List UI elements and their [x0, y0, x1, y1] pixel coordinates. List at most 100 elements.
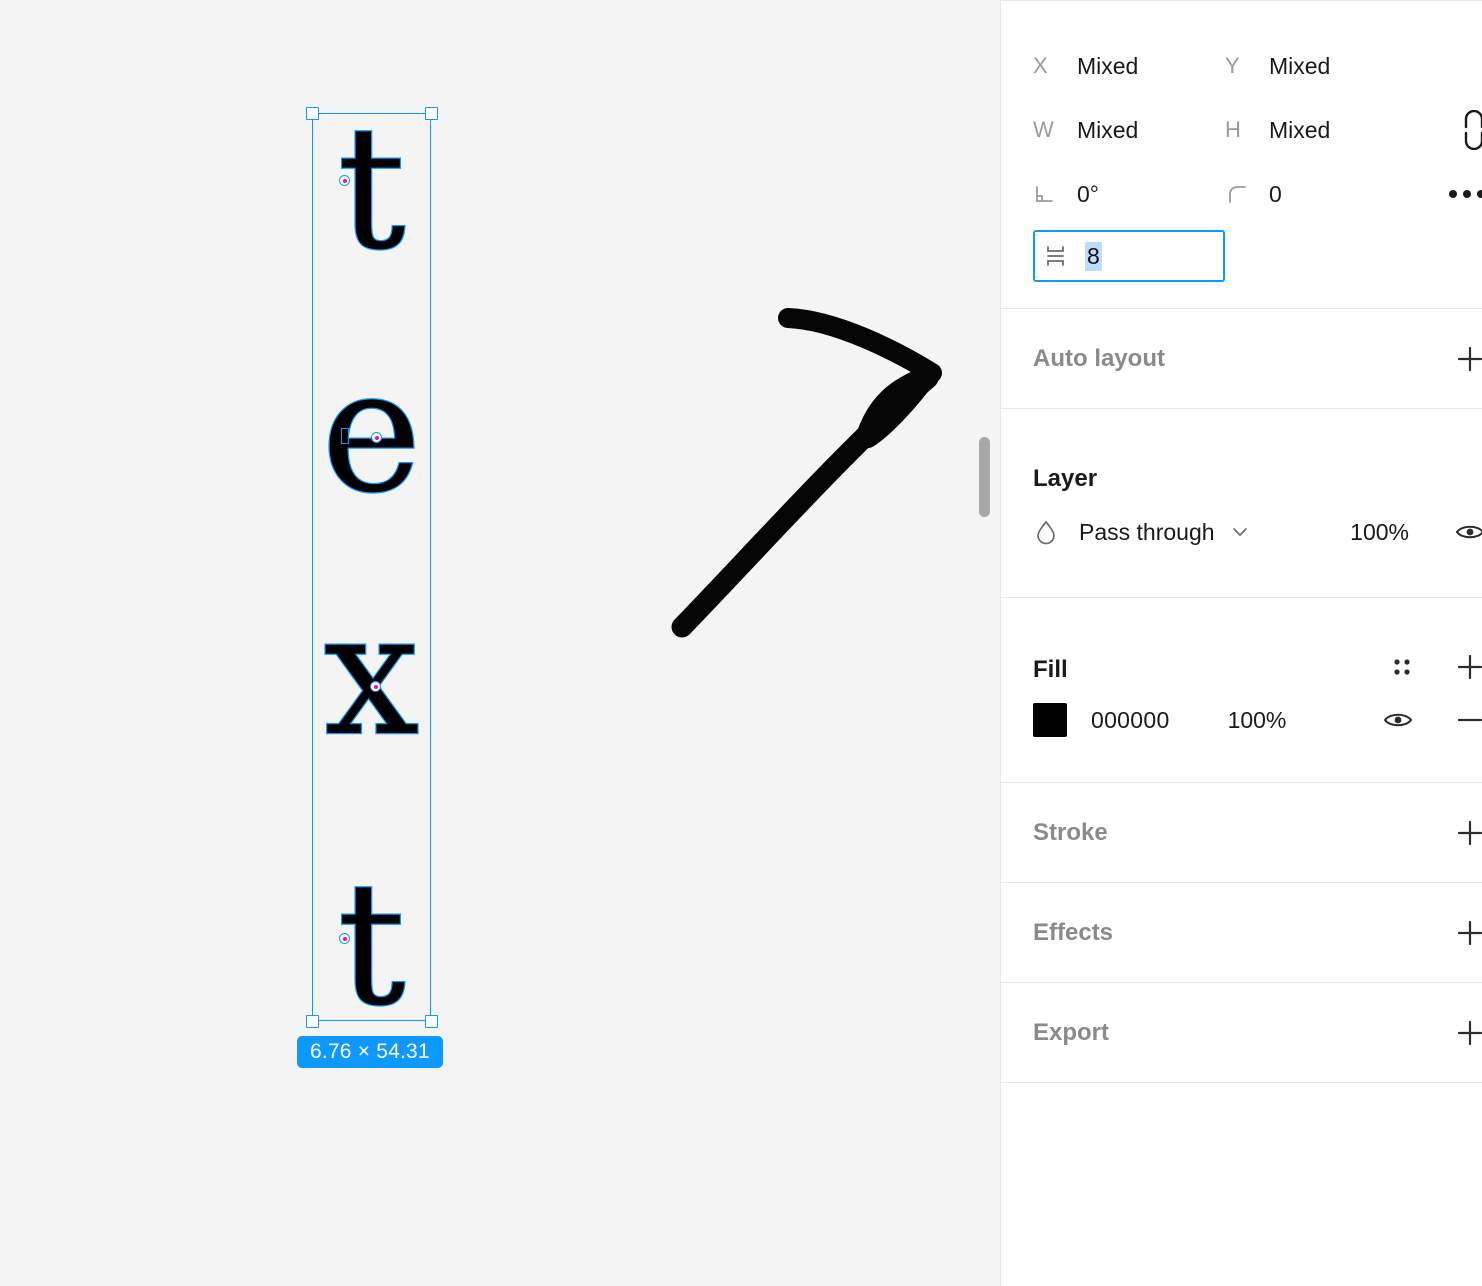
plus-icon: [1457, 1020, 1482, 1045]
w-label: W: [1033, 117, 1054, 142]
plus-icon: [1457, 654, 1482, 680]
stroke-section: Stroke: [1001, 783, 1482, 883]
glyph-center-dot: [370, 681, 381, 692]
resize-handle-top-left[interactable]: [306, 107, 319, 120]
layer-opacity-value[interactable]: 100%: [1350, 519, 1453, 546]
blend-mode-icon: [1033, 519, 1079, 545]
fill-item-row: 000000 100%: [1033, 686, 1482, 754]
size-row: W Mixed H Mixed: [1033, 98, 1482, 162]
y-axis-icon: Y: [1225, 53, 1269, 79]
eye-icon: [1455, 525, 1482, 539]
properties-panel: X Mixed Y Mixed W Mixed H Mixed 0° 0 8 A…: [1000, 0, 1482, 1286]
eye-icon: [1383, 713, 1413, 727]
auto-layout-title: Auto layout: [1033, 344, 1165, 372]
add-effect-button[interactable]: [1453, 916, 1482, 950]
add-fill-button[interactable]: [1453, 650, 1482, 684]
blend-mode-value[interactable]: Pass through: [1079, 519, 1215, 546]
resize-handle-top-right[interactable]: [425, 107, 438, 120]
height-field[interactable]: H Mixed: [1225, 117, 1417, 144]
four-dots-icon: [1394, 659, 1410, 675]
export-section: Export: [1001, 983, 1482, 1083]
layer-blend-row: Pass through 100%: [1033, 497, 1482, 567]
corner-radius-field[interactable]: 0: [1225, 181, 1417, 208]
width-field[interactable]: W Mixed: [1033, 117, 1225, 144]
h-label: H: [1225, 117, 1241, 142]
y-label: Y: [1225, 53, 1240, 78]
add-stroke-button[interactable]: [1453, 816, 1482, 850]
droplet-glyph: [1037, 520, 1055, 545]
glyph-x[interactable]: x: [312, 576, 431, 774]
fill-opacity-value[interactable]: 100%: [1228, 707, 1287, 734]
fill-hex-value[interactable]: 000000: [1091, 707, 1170, 734]
fill-visibility-toggle[interactable]: [1381, 703, 1415, 737]
selection-size-badge: 6.76 × 54.31: [297, 1036, 443, 1068]
resize-handle-bottom-right[interactable]: [425, 1015, 438, 1028]
stroke-title: Stroke: [1033, 818, 1108, 846]
glyph-char: x: [322, 576, 420, 774]
glyph-anchor-tick: [341, 428, 349, 444]
more-options-button[interactable]: [1417, 188, 1482, 200]
plus-icon: [1457, 920, 1482, 945]
unlocked-ratio-icon: [1464, 110, 1482, 150]
glyph-center-dot: [371, 432, 382, 443]
glyph-center-dot: [339, 175, 350, 186]
design-canvas[interactable]: t e x t 6.76 × 54.31: [0, 0, 1000, 1286]
fill-section: Fill 000000 100%: [1001, 598, 1482, 783]
y-field[interactable]: Y Mixed: [1225, 53, 1417, 80]
stroke-header: Stroke: [1033, 783, 1482, 882]
height-value: Mixed: [1269, 116, 1331, 143]
minus-icon: [1457, 718, 1482, 722]
glyph-t-top[interactable]: t: [312, 90, 431, 288]
rotation-field[interactable]: 0°: [1033, 181, 1225, 208]
constrain-proportions-button[interactable]: [1417, 110, 1482, 150]
corner-radius-icon: [1225, 182, 1269, 206]
export-header: Export: [1033, 983, 1482, 1082]
add-auto-layout-button[interactable]: [1453, 342, 1482, 376]
canvas-vertical-scrollbar[interactable]: [979, 437, 990, 517]
layer-visibility-toggle[interactable]: [1453, 515, 1482, 549]
x-value: Mixed: [1077, 52, 1139, 79]
glyph-char: t: [336, 846, 407, 1044]
fill-header: Fill: [1033, 598, 1482, 686]
remove-fill-button[interactable]: [1453, 703, 1482, 737]
fill-color-swatch[interactable]: [1033, 703, 1067, 737]
hand-drawn-arrow-icon: [671, 308, 942, 638]
chevron-glyph: [1232, 528, 1247, 537]
glyph-char: t: [336, 90, 407, 288]
transform-section: X Mixed Y Mixed W Mixed H Mixed 0° 0 8: [1001, 0, 1482, 309]
x-field[interactable]: X Mixed: [1033, 53, 1225, 80]
spacing-input[interactable]: 8: [1033, 230, 1225, 282]
width-value: Mixed: [1077, 116, 1139, 143]
x-axis-icon: X: [1033, 53, 1077, 79]
angle-glyph: [1036, 186, 1053, 202]
layer-header: Layer: [1033, 409, 1482, 497]
chevron-down-icon[interactable]: [1229, 521, 1251, 543]
plus-icon: [1457, 346, 1482, 371]
effects-section: Effects: [1001, 883, 1482, 983]
rotation-angle-icon: [1033, 182, 1077, 206]
spacing-value: 8: [1085, 241, 1102, 271]
auto-layout-header: Auto layout: [1033, 309, 1482, 408]
corner-glyph: [1229, 186, 1246, 203]
glyph-char: e: [320, 333, 423, 531]
add-export-button[interactable]: [1453, 1016, 1482, 1050]
vertical-gap-icon: [1045, 243, 1085, 269]
rotation-value: 0°: [1077, 180, 1099, 207]
figma-window: t e x t 6.76 × 54.31 X Mixed Y Mixed W M…: [0, 0, 1482, 1286]
glyph-e[interactable]: e: [312, 333, 431, 531]
plus-icon: [1457, 820, 1482, 845]
corner-radius-value: 0: [1269, 180, 1282, 207]
x-label: X: [1033, 53, 1048, 78]
fill-styles-button[interactable]: [1385, 650, 1419, 684]
layer-section: Layer Pass through 100%: [1001, 409, 1482, 598]
ellipsis-icon: [1449, 190, 1482, 198]
resize-handle-bottom-left[interactable]: [306, 1015, 319, 1028]
effects-title: Effects: [1033, 918, 1114, 946]
layer-title: Layer: [1033, 465, 1098, 492]
height-icon: H: [1225, 117, 1269, 143]
export-title: Export: [1033, 1018, 1110, 1046]
glyph-t-bottom[interactable]: t: [312, 846, 431, 1044]
auto-layout-section: Auto layout: [1001, 309, 1482, 409]
position-row: X Mixed Y Mixed: [1033, 34, 1482, 98]
rotation-radius-row: 0° 0: [1033, 162, 1482, 226]
